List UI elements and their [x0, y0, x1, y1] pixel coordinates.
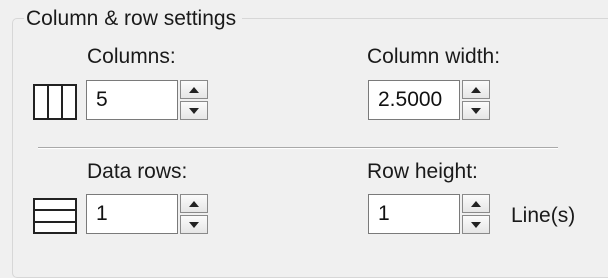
- data-rows-spinner: [86, 194, 208, 234]
- row-height-unit-label: Line(s): [511, 204, 576, 227]
- down-arrow-icon: [471, 107, 481, 114]
- columns-decrement-button[interactable]: [180, 101, 208, 120]
- up-arrow-icon: [471, 200, 481, 207]
- up-arrow-icon: [189, 200, 199, 207]
- row-height-spinner: [368, 194, 490, 234]
- column-width-input[interactable]: [368, 80, 460, 120]
- columns-icon: [33, 84, 77, 125]
- down-arrow-icon: [189, 107, 199, 114]
- row-height-label: Row height:: [367, 160, 478, 183]
- columns-spinner: [86, 80, 208, 120]
- row-height-increment-button[interactable]: [462, 194, 490, 213]
- column-width-label: Column width:: [367, 45, 501, 68]
- down-arrow-icon: [189, 221, 199, 228]
- up-arrow-icon: [189, 86, 199, 93]
- column-width-decrement-button[interactable]: [462, 101, 490, 120]
- columns-increment-button[interactable]: [180, 80, 208, 99]
- columns-label: Columns:: [87, 45, 176, 68]
- separator: [38, 147, 558, 149]
- row-height-input[interactable]: [368, 194, 460, 234]
- data-rows-input[interactable]: [86, 194, 178, 234]
- data-rows-decrement-button[interactable]: [180, 215, 208, 234]
- columns-input[interactable]: [86, 80, 178, 120]
- down-arrow-icon: [471, 221, 481, 228]
- data-rows-label: Data rows:: [87, 160, 188, 183]
- row-height-decrement-button[interactable]: [462, 215, 490, 234]
- rows-icon: [33, 198, 77, 239]
- group-title: Column & row settings: [24, 7, 243, 31]
- up-arrow-icon: [471, 86, 481, 93]
- column-width-spinner: [368, 80, 490, 120]
- data-rows-increment-button[interactable]: [180, 194, 208, 213]
- column-width-increment-button[interactable]: [462, 80, 490, 99]
